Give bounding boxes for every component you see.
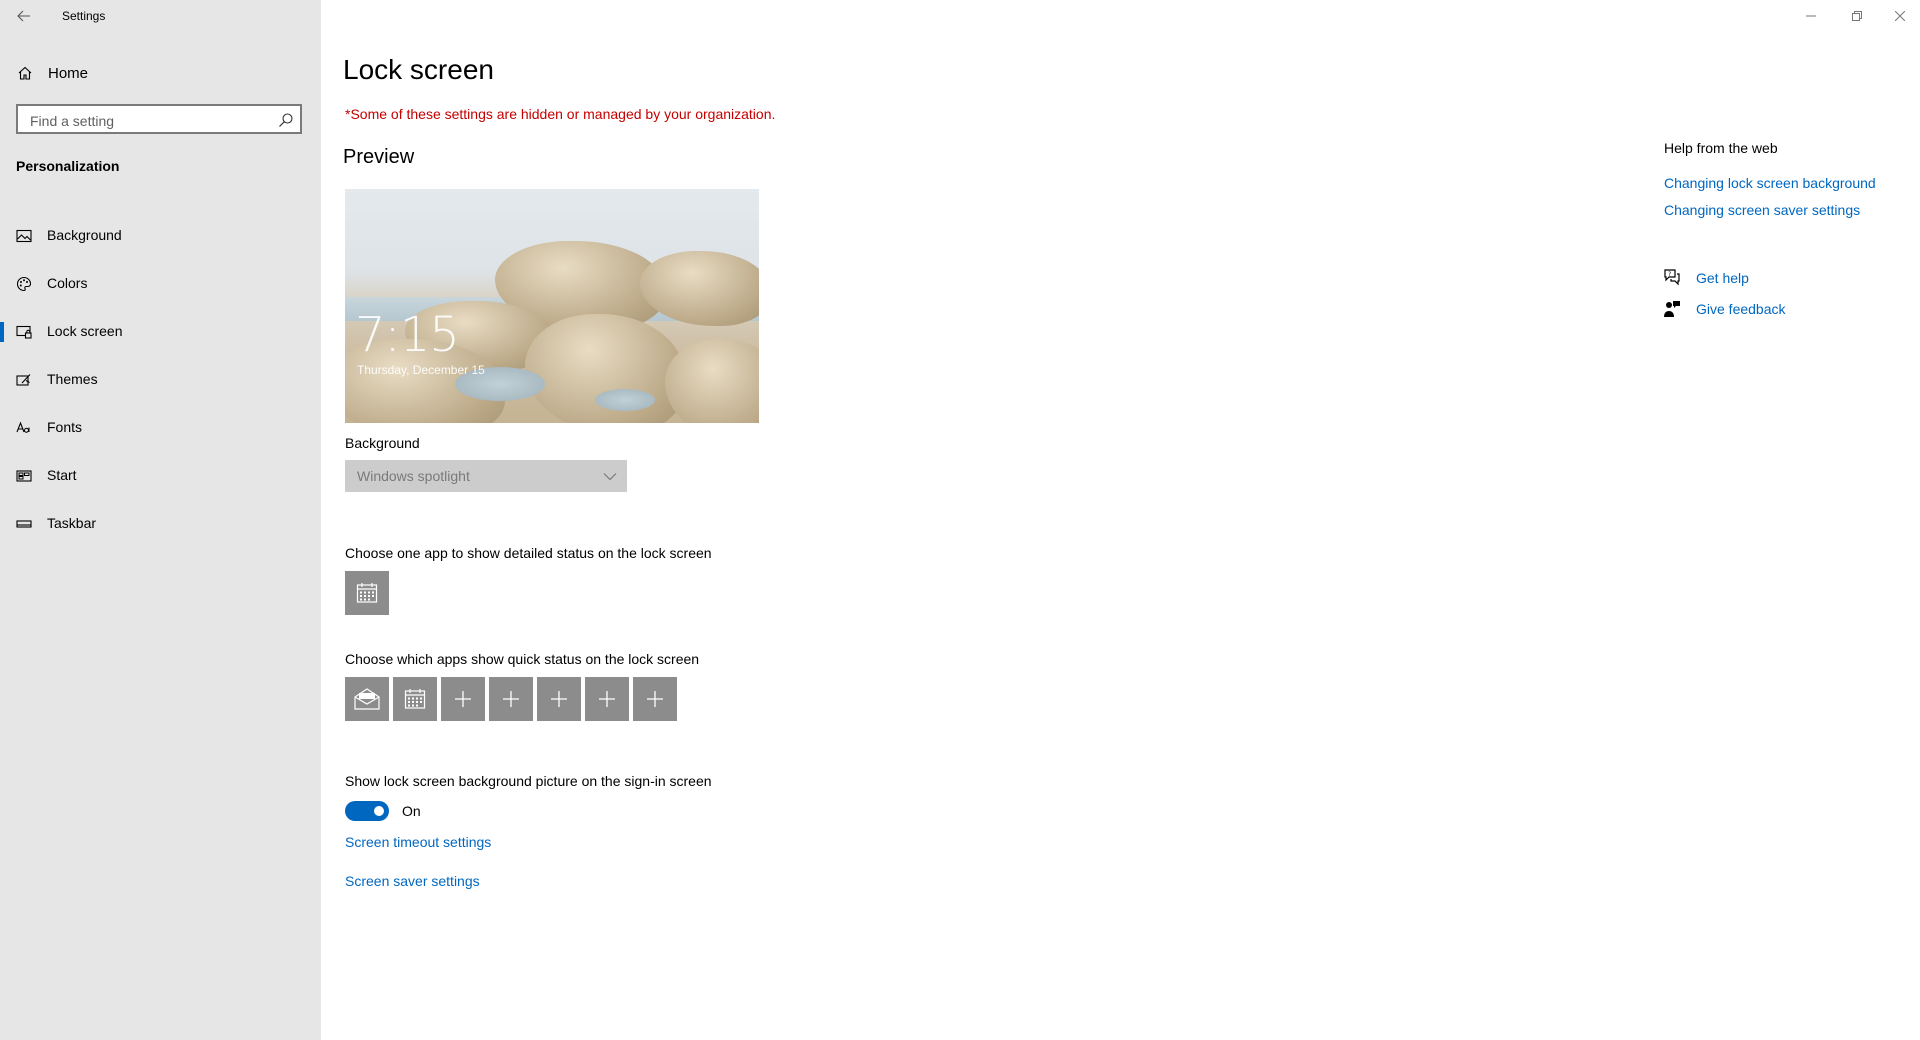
preview-time: 7:15 bbox=[355, 307, 460, 363]
signin-background-label: Show lock screen background picture on t… bbox=[345, 773, 712, 789]
sidebar-item-colors[interactable]: Colors bbox=[0, 264, 321, 304]
mail-icon bbox=[354, 688, 380, 710]
plus-icon bbox=[599, 691, 615, 707]
help-link-screen-saver-settings[interactable]: Changing screen saver settings bbox=[1664, 202, 1860, 218]
svg-text:?: ? bbox=[1668, 271, 1671, 278]
give-feedback-icon bbox=[1664, 301, 1680, 317]
signin-background-toggle[interactable] bbox=[345, 801, 389, 821]
sidebar-item-lock-screen[interactable]: Lock screen bbox=[0, 312, 321, 352]
plus-icon bbox=[647, 691, 663, 707]
image-icon bbox=[16, 229, 32, 243]
preview-tide-pool bbox=[595, 389, 655, 411]
sidebar-item-label: Taskbar bbox=[47, 515, 97, 531]
help-link-lock-screen-background[interactable]: Changing lock screen background bbox=[1664, 175, 1876, 191]
get-help-link[interactable]: Get help bbox=[1696, 270, 1749, 286]
toggle-state-label: On bbox=[402, 803, 421, 819]
search-icon[interactable] bbox=[278, 112, 294, 128]
search-input[interactable] bbox=[28, 110, 272, 132]
background-dropdown[interactable]: Windows spotlight bbox=[345, 460, 627, 492]
back-arrow-icon bbox=[17, 10, 30, 22]
restore-button[interactable] bbox=[1834, 0, 1880, 32]
sidebar: Settings Home Personalization Background… bbox=[0, 0, 321, 1040]
quick-status-app-mail[interactable] bbox=[345, 677, 389, 721]
search-box[interactable] bbox=[16, 104, 302, 134]
back-button[interactable] bbox=[10, 4, 38, 28]
minimize-icon bbox=[1806, 15, 1816, 17]
selection-indicator bbox=[0, 322, 4, 342]
quick-status-add-app-button[interactable] bbox=[489, 677, 533, 721]
calendar-icon bbox=[404, 689, 426, 709]
preview-rock bbox=[665, 339, 759, 423]
restore-icon bbox=[1852, 11, 1862, 21]
sidebar-item-label: Themes bbox=[47, 371, 98, 387]
fonts-icon bbox=[16, 421, 30, 433]
background-dropdown-value: Windows spotlight bbox=[357, 468, 470, 484]
plus-icon bbox=[551, 691, 567, 707]
taskbar-icon bbox=[16, 520, 32, 528]
detailed-status-app-button[interactable] bbox=[345, 571, 389, 615]
close-button[interactable] bbox=[1880, 0, 1920, 32]
quick-status-add-app-button[interactable] bbox=[537, 677, 581, 721]
start-icon bbox=[16, 470, 32, 482]
section-title: Personalization bbox=[16, 158, 120, 174]
home-icon bbox=[18, 66, 32, 80]
quick-status-add-app-button[interactable] bbox=[633, 677, 677, 721]
sidebar-item-home[interactable]: Home bbox=[0, 60, 321, 86]
detailed-status-label: Choose one app to show detailed status o… bbox=[345, 545, 712, 561]
sidebar-item-label: Background bbox=[47, 227, 122, 243]
sidebar-item-themes[interactable]: Themes bbox=[0, 360, 321, 400]
lock-screen-preview: 7:15 Thursday, December 15 bbox=[345, 189, 759, 423]
palette-icon bbox=[16, 276, 32, 292]
chevron-down-icon bbox=[603, 473, 617, 481]
lock-screen-icon bbox=[16, 325, 32, 339]
minimize-button[interactable] bbox=[1788, 0, 1834, 32]
themes-icon bbox=[16, 374, 31, 386]
quick-status-add-app-button[interactable] bbox=[441, 677, 485, 721]
toggle-knob bbox=[374, 806, 384, 816]
sidebar-item-label: Fonts bbox=[47, 419, 83, 435]
title-bar: Settings bbox=[0, 0, 321, 32]
screen-saver-settings-link[interactable]: Screen saver settings bbox=[345, 873, 480, 889]
sidebar-item-label: Lock screen bbox=[47, 323, 123, 339]
sidebar-item-label: Home bbox=[48, 65, 89, 82]
quick-status-add-app-button[interactable] bbox=[585, 677, 629, 721]
preview-date: Thursday, December 15 bbox=[357, 363, 485, 377]
sidebar-item-fonts[interactable]: Fonts bbox=[0, 408, 321, 448]
plus-icon bbox=[455, 691, 471, 707]
quick-status-label: Choose which apps show quick status on t… bbox=[345, 651, 700, 667]
page-title: Lock screen bbox=[343, 54, 494, 85]
screen-timeout-settings-link[interactable]: Screen timeout settings bbox=[345, 834, 491, 850]
quick-status-app-calendar[interactable] bbox=[393, 677, 437, 721]
close-icon bbox=[1895, 11, 1905, 21]
give-feedback-link[interactable]: Give feedback bbox=[1696, 301, 1786, 317]
organization-managed-note: *Some of these settings are hidden or ma… bbox=[345, 106, 776, 122]
sidebar-item-taskbar[interactable]: Taskbar bbox=[0, 504, 321, 544]
sidebar-item-label: Start bbox=[47, 467, 77, 483]
preview-heading: Preview bbox=[343, 146, 415, 168]
get-help-icon: ? bbox=[1664, 269, 1680, 286]
help-title: Help from the web bbox=[1664, 140, 1778, 156]
app-title: Settings bbox=[62, 9, 106, 23]
sidebar-item-label: Colors bbox=[47, 275, 88, 291]
calendar-icon bbox=[356, 583, 378, 603]
plus-icon bbox=[503, 691, 519, 707]
background-label: Background bbox=[345, 435, 420, 451]
sidebar-item-start[interactable]: Start bbox=[0, 456, 321, 496]
sidebar-item-background[interactable]: Background bbox=[0, 216, 321, 256]
